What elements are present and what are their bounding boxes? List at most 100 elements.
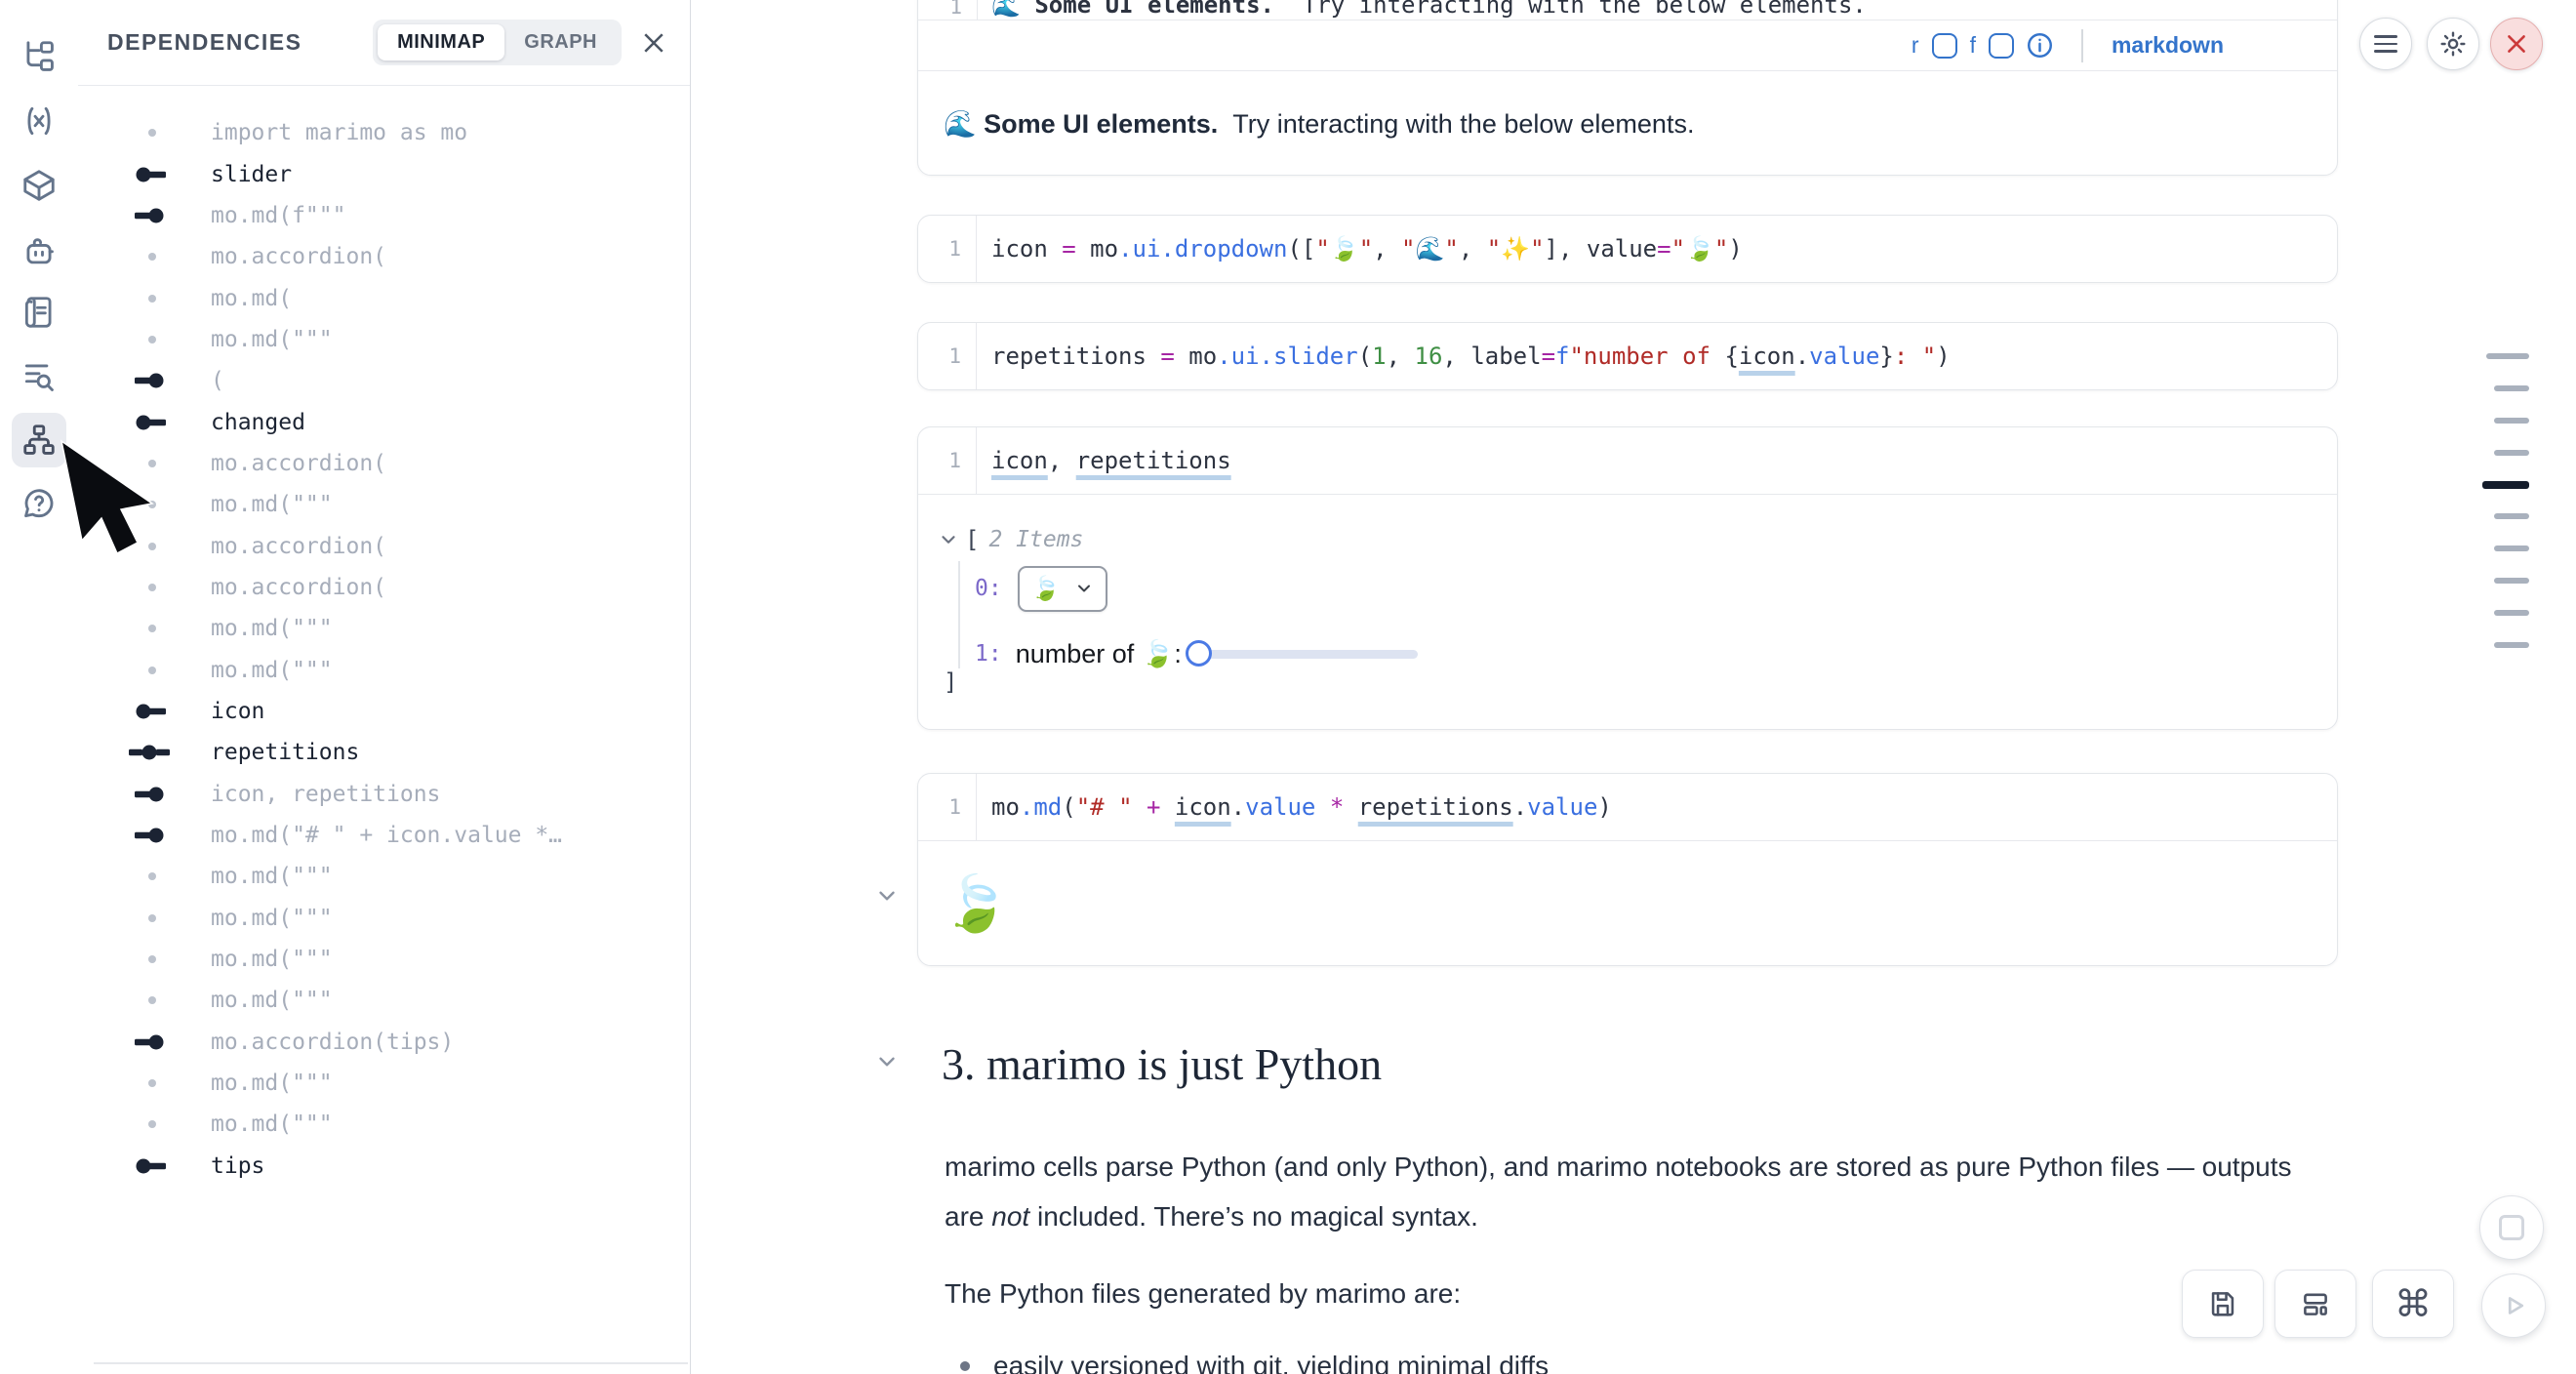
minimap-cell-row[interactable]: mo.md( [78,277,690,318]
stop-button[interactable] [2479,1195,2544,1260]
packages-icon[interactable] [20,167,58,204]
dependencies-icon[interactable] [20,422,58,459]
dot-marker-icon [127,869,181,884]
dot-marker-icon [127,951,181,967]
save-button[interactable] [2182,1270,2264,1338]
minimap-cell-row[interactable]: mo.md(f""" [78,195,690,236]
markdown-cell-footer: r f markdown [918,20,2337,71]
dot-marker-icon [127,332,181,347]
shortcuts-button[interactable]: ⌘ [2372,1270,2454,1338]
stop-icon [2499,1215,2524,1240]
minimap-cell-row[interactable]: mo.md(""" [78,608,690,649]
code-editor[interactable]: 1 repetitions = mo.ui.slider(1, 16, labe… [918,323,2337,389]
collapse-section-icon[interactable] [874,1049,900,1074]
cell-marker-short[interactable] [2494,450,2529,456]
minimap-cell-row[interactable]: mo.accordion( [78,443,690,484]
info-icon[interactable] [2027,32,2053,59]
toggle-r-checkbox[interactable] [1932,33,1957,59]
cell-marker-short[interactable] [2494,418,2529,424]
minimap-cell-row[interactable]: mo.accordion( [78,525,690,566]
cell-marker-short[interactable] [2494,385,2529,391]
collapse-cell-icon[interactable] [874,883,900,909]
minimap-cell-label: mo.md(""" [211,658,333,683]
minimap-cell-row[interactable]: ( [78,360,690,401]
minimap-cell-row[interactable]: mo.md(""" [78,1063,690,1104]
layout-button[interactable] [2274,1270,2356,1338]
code-line[interactable]: icon = mo.ui.dropdown(["🍃", "🌊", "✨"], v… [977,235,1743,263]
minimap-cell-row[interactable]: mo.accordion(tips) [78,1022,690,1063]
search-logs-icon[interactable] [20,358,58,395]
minimap-cell-label: mo.accordion( [211,451,386,476]
panel-title: DEPENDENCIES [107,29,302,56]
minimap-cell-row[interactable]: mo.md(""" [78,980,690,1021]
minimap-cell-row[interactable]: mo.accordion( [78,236,690,277]
bracket-open: [ [965,526,979,553]
snippets-icon[interactable] [20,294,58,331]
minimap-cell-row[interactable]: mo.md(""" [78,856,690,897]
markdown-editor[interactable]: 1 🌊 Some UI elements. Try interacting wi… [918,0,2337,20]
shutdown-button[interactable] [2490,18,2543,70]
collapse-tree-icon[interactable] [938,529,959,550]
minimap-cell-row[interactable]: mo.md(""" [78,649,690,690]
icon-dropdown-select[interactable]: 🍃 [1018,566,1107,612]
minimap-cell-label: mo.accordion( [211,244,386,269]
minimap-cell-row[interactable]: icon, repetitions [78,774,690,815]
cell-marker-long[interactable] [2486,353,2529,359]
minimap-cell-label: ( [211,368,224,393]
help-icon[interactable] [20,485,58,522]
minimap-cell-row[interactable]: mo.md(""" [78,319,690,360]
def-marker-icon [127,704,181,719]
minimap-cell-row[interactable]: tips [78,1146,690,1187]
minimap-cell-row[interactable]: mo.md("# " + icon.value *… [78,815,690,856]
def-marker-icon [127,415,181,430]
toggle-f-checkbox[interactable] [1989,33,2014,59]
code-line[interactable]: icon, repetitions [977,447,1231,474]
minimap-cell-row[interactable]: mo.md(""" [78,898,690,939]
minimap-cell-label: mo.md( [211,286,292,311]
cell-marker-dark[interactable] [2482,481,2529,489]
slider-thumb[interactable] [1186,640,1212,667]
code-editor[interactable]: 1 icon, repetitions [918,427,2337,495]
cell-marker-short[interactable] [2494,578,2529,584]
menu-icon [2374,35,2397,53]
minimap-cell-row[interactable]: icon [78,691,690,732]
settings-button[interactable] [2427,18,2479,70]
minimap-cell-label: icon [211,699,264,724]
chevron-down-icon [1074,579,1094,598]
tab-graph[interactable]: GRAPH [504,24,617,61]
code-editor[interactable]: 1 mo.md("# " + icon.value * repetitions.… [918,774,2337,841]
code-editor[interactable]: 1 icon = mo.ui.dropdown(["🍃", "🌊", "✨"],… [918,216,2337,282]
minimap-cell-row[interactable]: repetitions [78,732,690,773]
minimap-cell-row[interactable]: mo.md(""" [78,939,690,980]
minimap-cell-row[interactable]: changed [78,401,690,442]
file-tree-icon[interactable] [20,38,58,75]
variables-icon[interactable] [20,102,58,140]
minimap-cell-row[interactable]: mo.accordion( [78,567,690,608]
close-panel-icon[interactable] [639,28,668,58]
repetitions-slider[interactable] [1186,640,1418,667]
code-line[interactable]: repetitions = mo.ui.slider(1, 16, label=… [977,343,1951,370]
cell-marker-short[interactable] [2494,642,2529,648]
minimap-cell-row[interactable]: import marimo as mo [78,112,690,153]
slider-track[interactable] [1195,650,1418,659]
gear-icon [2437,28,2469,60]
markdown-source-line[interactable]: 🌊 Some UI elements. Try interacting with… [991,0,1867,19]
language-badge-markdown[interactable]: markdown [2112,32,2224,59]
minimap-cell-row[interactable]: mo.md(""" [78,484,690,525]
ai-chat-icon[interactable] [20,232,58,269]
save-icon [2206,1287,2239,1320]
dot-marker-icon [127,1116,181,1132]
cell-marker-short[interactable] [2494,513,2529,519]
run-button[interactable] [2481,1273,2546,1338]
notebook-menu-button[interactable] [2359,18,2412,70]
layout-icon [2299,1287,2332,1320]
minimap-cell-row[interactable]: slider [78,153,690,194]
items-count-label: 2 Items [988,527,1083,552]
cell-marker-short[interactable] [2494,546,2529,551]
code-line[interactable]: mo.md("# " + icon.value * repetitions.va… [977,793,1612,821]
line-number: 1 [918,427,977,494]
tab-minimap[interactable]: MINIMAP [378,24,504,61]
cell-marker-short[interactable] [2494,610,2529,616]
ref-marker-icon [127,828,181,843]
minimap-cell-row[interactable]: mo.md(""" [78,1104,690,1145]
